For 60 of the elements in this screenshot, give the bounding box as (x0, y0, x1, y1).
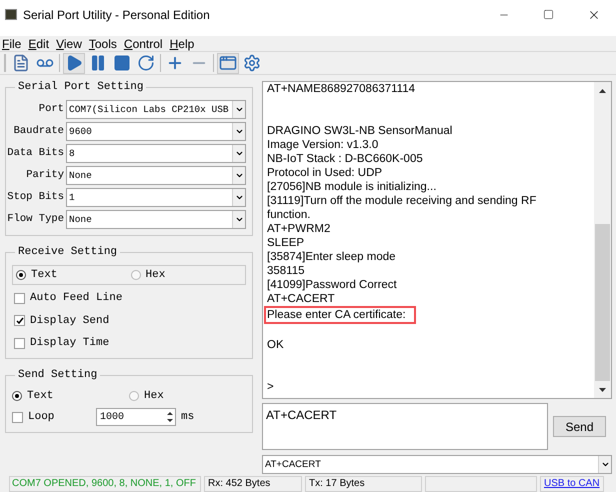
log-line: 358115 (267, 264, 305, 278)
checkbox-option[interactable]: Display Time (14, 335, 246, 352)
log-line: OK (267, 338, 284, 352)
log-line: NB-IoT Stack : D-BC660K-005 (267, 152, 423, 166)
log-line: [31119]Turn off the module receiving and sending RF function. (267, 194, 538, 222)
interval-spinbox[interactable]: 1000 (96, 408, 176, 426)
connection-status: COM7 OPENED, 9600, 8, NONE, 1, OFF (9, 476, 201, 492)
scrollbar[interactable] (594, 82, 611, 398)
maximize-icon (543, 9, 554, 20)
window-title: Serial Port Utility - Personal Edition (23, 6, 211, 24)
log-line: Protocol in Used: UDP (267, 166, 382, 180)
field-label: Baudrate (12, 124, 64, 139)
log-line: [27056]NB module is initializing... (267, 180, 436, 194)
field-label: Flow Type (6, 212, 64, 227)
checkbox-option[interactable]: Display Send (14, 312, 246, 329)
unit-label: ms (181, 410, 194, 425)
log-line: AT+NAME868927086371114 (267, 82, 416, 96)
checkbox-option[interactable]: Auto Feed Line (14, 290, 246, 306)
group-title: Send Setting (15, 366, 100, 382)
usb-to-can-link[interactable]: USB to CAN (540, 476, 604, 492)
play-icon[interactable] (63, 52, 85, 74)
menu-item[interactable]: Tools (88, 36, 117, 50)
scroll-down-icon (599, 388, 606, 392)
setting-dropdown[interactable]: None (66, 166, 246, 185)
field-label: Data Bits (6, 146, 64, 161)
log-line: SLEEP (267, 236, 304, 250)
log-line: DRAGINO SW3L-NB SensorManual (267, 124, 452, 138)
radio-option[interactable]: Hex (129, 388, 164, 404)
window-icon[interactable] (217, 52, 239, 74)
checkbox-option[interactable]: Loop (12, 408, 54, 426)
scroll-up-icon (599, 88, 606, 92)
radio-option[interactable]: Hex (130, 266, 166, 284)
setting-dropdown[interactable]: 8 (66, 144, 246, 163)
history-dropdown[interactable]: AT+CACERT (262, 455, 612, 474)
setting-dropdown[interactable]: COM7(Silicon Labs CP210x USB (66, 100, 246, 119)
menu-item[interactable]: File (2, 36, 22, 50)
field-label: Stop Bits (6, 190, 64, 205)
field-label: Parity (25, 168, 64, 183)
log-line: > (267, 380, 274, 394)
setting-dropdown[interactable]: 1 (66, 188, 246, 207)
menu-item[interactable]: Help (170, 36, 194, 50)
app-icon (5, 9, 17, 20)
spin-arrows-icon (165, 410, 175, 424)
menu-item[interactable]: Edit (28, 36, 50, 50)
log-line: [35874]Enter sleep mode (267, 250, 396, 264)
send-input[interactable]: AT+CACERT (262, 403, 548, 450)
log-line: Image Version: v1.3.0 (267, 138, 378, 152)
tx-counter: Tx: 17 Bytes (305, 476, 422, 492)
log-line: [41099]Password Correct (267, 278, 397, 292)
menu-item[interactable]: Control (124, 36, 163, 50)
setting-dropdown[interactable]: None (66, 210, 246, 229)
log-line: AT+PWRM2 (267, 222, 330, 236)
radio-option[interactable]: Text (16, 266, 58, 284)
setting-dropdown[interactable]: 9600 (66, 122, 246, 141)
send-button[interactable]: Send (553, 416, 606, 437)
rx-counter: Rx: 452 Bytes (204, 476, 302, 492)
field-label: Port (38, 102, 64, 117)
log-line: AT+CACERT (267, 292, 335, 306)
menu-item[interactable]: View (56, 36, 82, 50)
radio-option[interactable]: Text (12, 388, 54, 404)
